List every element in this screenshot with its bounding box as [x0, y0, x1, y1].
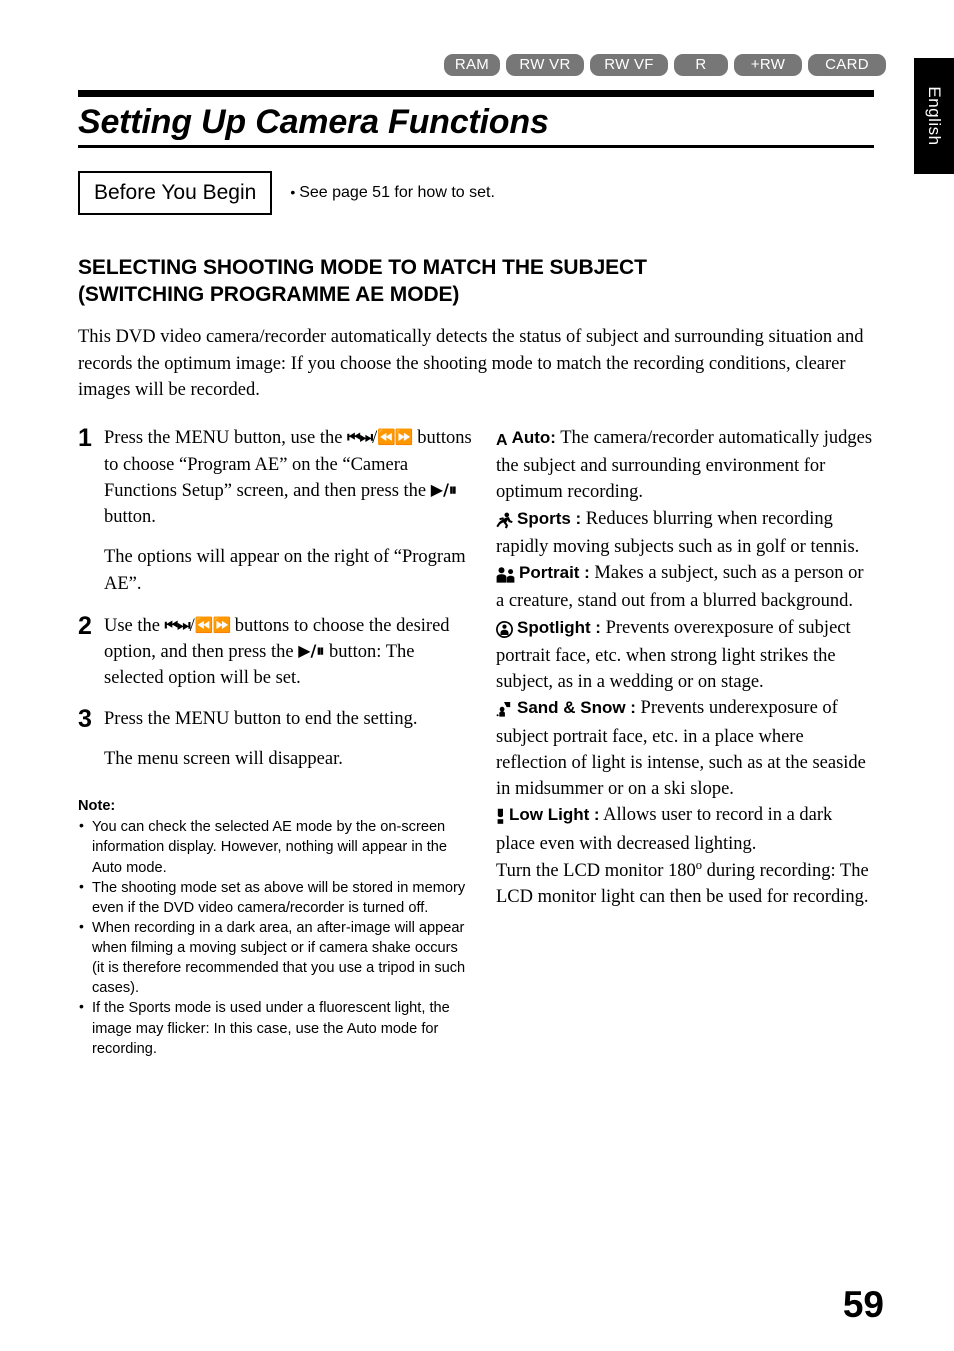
step-3: 3 Press the MENU button to end the setti… — [78, 706, 472, 732]
page-body: Setting Up Camera Functions Before You B… — [78, 0, 874, 1351]
mode-low-light-colon: : — [593, 805, 600, 825]
play-pause-icon: ▶/⏸ — [430, 479, 457, 499]
mode-sand-snow-name: Sand & Snow — [517, 698, 626, 718]
step-1-text-a: Press the MENU button, use the — [104, 428, 348, 449]
mode-sports: Sports : Reduces blurring when recording… — [496, 506, 874, 561]
mode-sand-snow-colon: : — [630, 698, 636, 718]
note-title: Note: — [78, 798, 116, 815]
section-intro: This DVD video camera/recorder automatic… — [78, 327, 864, 400]
lcd-monitor-note-part1: Turn the LCD monitor 180 — [496, 861, 696, 882]
step-2-number: 2 — [78, 611, 92, 640]
running-person-icon — [496, 508, 513, 534]
section-heading: SELECTING SHOOTING MODE TO MATCH THE SUB… — [78, 255, 874, 309]
mode-low-light: Low Light : Allows user to record in a d… — [496, 802, 874, 857]
before-you-begin-box: Before You Begin — [78, 170, 273, 215]
content-columns: 1 Press the MENU button, use the ⏮⏭/⏪⏩ b… — [78, 425, 874, 1059]
page-title: Setting Up Camera Functions — [78, 103, 549, 141]
note-item: You can check the selected AE mode by th… — [78, 816, 472, 877]
bullet-dot-icon: • — [290, 183, 296, 200]
mode-portrait-colon: : — [584, 563, 590, 583]
mode-sand-snow: Sand & Snow : Prevents underexposure of … — [496, 695, 874, 802]
language-tab: English — [914, 58, 954, 174]
step-2-text-a: Use the — [104, 615, 165, 636]
before-you-begin-note-text: See page 51 for how to set. — [299, 183, 495, 201]
header-rule-thick — [78, 90, 874, 97]
step-1-sub: The options will appear on the right of … — [104, 547, 466, 594]
section-heading-line-2: (SWITCHING PROGRAMME AE MODE) — [78, 282, 460, 306]
before-you-begin: Before You Begin • See page 51 for how to… — [78, 170, 874, 215]
header-rule-thin — [78, 144, 874, 148]
search-buttons-icon: ⏪⏩ — [377, 428, 413, 447]
mode-portrait: Portrait : Makes a subject, such as a pe… — [496, 560, 874, 615]
step-2-text: Use the ⏮⏭/⏪⏩ buttons to choose the desi… — [98, 613, 472, 692]
mode-spotlight-colon: : — [595, 617, 601, 637]
step-2: 2 Use the ⏮⏭/⏪⏩ buttons to choose the de… — [78, 613, 472, 692]
lcd-monitor-note: Turn the LCD monitor 180o during recordi… — [496, 857, 874, 911]
mode-low-light-name: Low Light — [509, 805, 590, 825]
letter-a-icon: A — [496, 432, 508, 450]
note-list: You can check the selected AE mode by th… — [78, 816, 472, 1059]
step-3-sub: The menu screen will disappear. — [104, 748, 343, 769]
before-you-begin-note: • See page 51 for how to set. — [290, 183, 495, 201]
mode-spotlight-name: Spotlight — [517, 617, 591, 637]
mode-auto-name: Auto — [511, 428, 551, 448]
spotlight-icon — [496, 617, 513, 643]
search-buttons-icon: ⏪⏩ — [194, 615, 231, 634]
note-item: The shooting mode set as above will be s… — [78, 877, 472, 918]
right-column: A Auto: The camera/recorder automatically… — [496, 425, 874, 1059]
skip-buttons-icon: ⏮⏭ — [164, 615, 191, 634]
step-3-number: 3 — [78, 704, 92, 733]
sand-snow-icon — [496, 697, 513, 723]
step-3-text: Press the MENU button to end the setting… — [104, 708, 418, 729]
step-1-text-c: button. — [104, 507, 156, 528]
note-block: Note: You can check the selected AE mode… — [78, 796, 472, 1059]
language-tab-label: English — [925, 86, 944, 146]
mode-portrait-name: Portrait — [519, 563, 580, 583]
section-heading-line-1: SELECTING SHOOTING MODE TO MATCH THE SUB… — [78, 255, 647, 279]
step-1-text: Press the MENU button, use the ⏮⏭/⏪⏩ but… — [98, 425, 472, 530]
note-item: When recording in a dark area, an after-… — [78, 917, 472, 999]
mode-auto: A Auto: The camera/recorder automatically… — [496, 425, 874, 505]
page-number: 59 — [842, 1284, 884, 1325]
mode-sports-colon: : — [575, 508, 582, 528]
low-light-icon — [496, 804, 505, 830]
skip-buttons-icon: ⏮⏭ — [347, 428, 373, 447]
play-pause-icon: ▶/⏸ — [298, 641, 325, 661]
mode-sports-name: Sports — [517, 508, 571, 528]
note-item: If the Sports mode is used under a fluor… — [78, 997, 472, 1058]
mode-spotlight: Spotlight : Prevents overexposure of sub… — [496, 615, 874, 696]
two-people-icon — [496, 562, 515, 588]
step-1-number: 1 — [78, 424, 92, 453]
left-column: 1 Press the MENU button, use the ⏮⏭/⏪⏩ b… — [78, 425, 472, 1059]
mode-auto-colon: : — [550, 428, 556, 448]
step-1: 1 Press the MENU button, use the ⏮⏭/⏪⏩ b… — [78, 425, 472, 530]
